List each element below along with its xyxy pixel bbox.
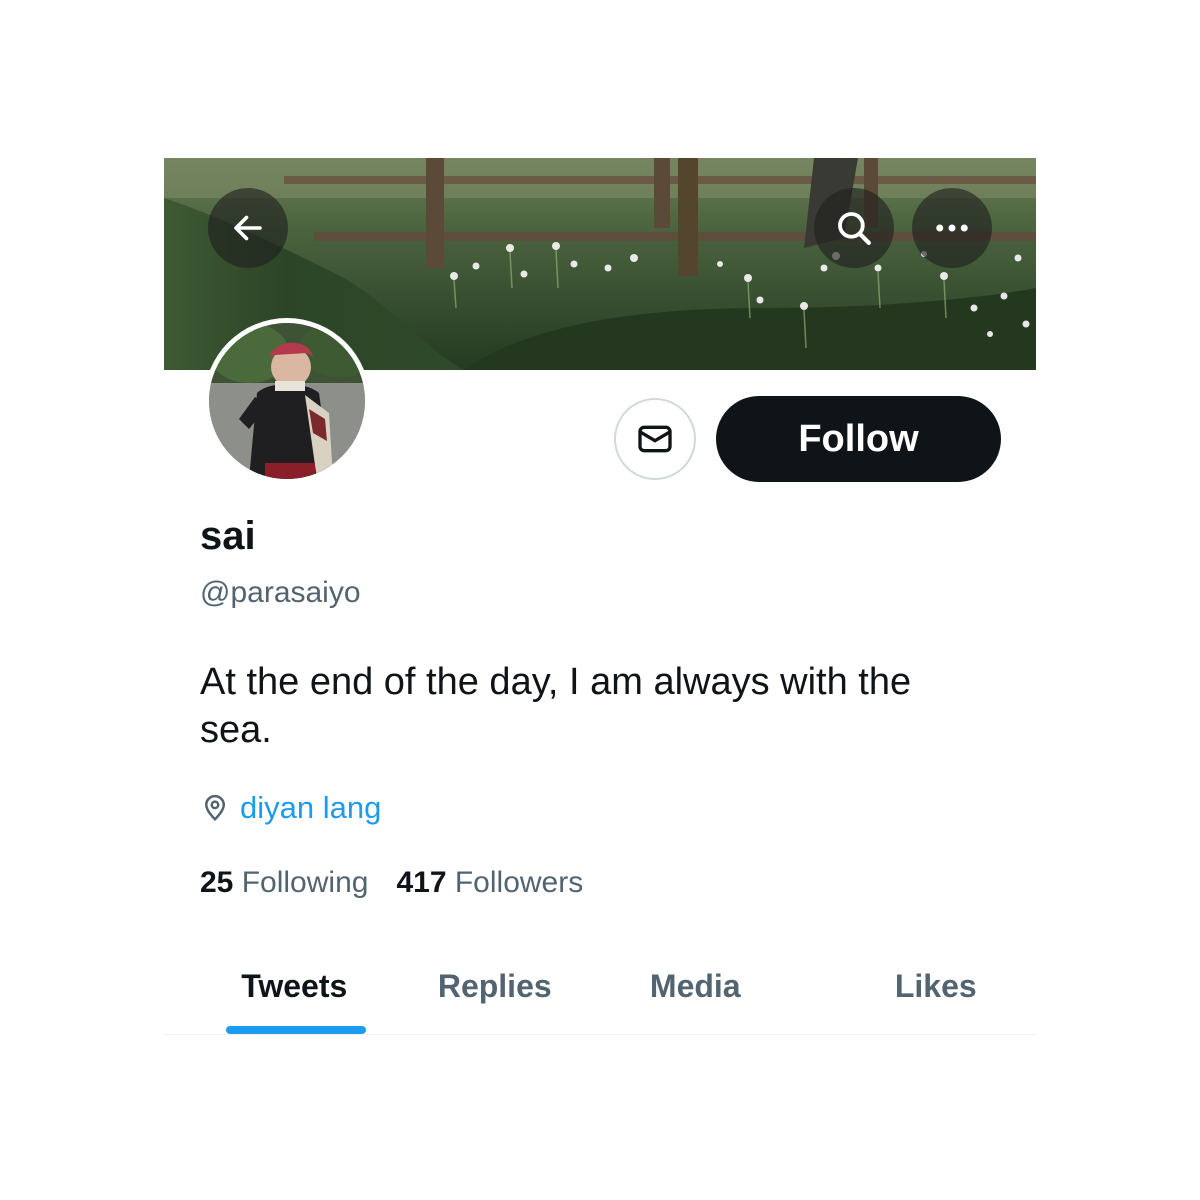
- followers-link[interactable]: 417 Followers: [396, 866, 583, 900]
- following-count: 25: [200, 866, 234, 899]
- tab-label: Media: [649, 967, 741, 1004]
- followers-count: 417: [396, 866, 447, 899]
- following-label: Following: [241, 866, 369, 899]
- profile-bio: At the end of the day, I am always with …: [200, 661, 912, 751]
- tab-tweets[interactable]: Tweets: [164, 938, 395, 1034]
- tab-label: Likes: [894, 967, 977, 1004]
- location-pin-icon: [204, 794, 226, 821]
- page: Follow sai @parasaiyo At the end of the …: [0, 0, 1200, 1200]
- envelope-icon: [638, 425, 672, 453]
- followers-label: Followers: [454, 866, 584, 899]
- tab-label: Tweets: [241, 967, 348, 1004]
- avatar[interactable]: [204, 318, 370, 484]
- avatar-image: [209, 323, 365, 479]
- search-button[interactable]: [814, 188, 894, 268]
- more-button[interactable]: [912, 188, 992, 268]
- profile-location: diyan lang: [200, 790, 381, 826]
- tab-likes[interactable]: Likes: [796, 938, 1037, 1034]
- arrow-left-icon: [234, 215, 262, 241]
- search-icon: [838, 212, 871, 245]
- display-name: sai: [200, 514, 256, 558]
- more-horizontal-icon: [936, 224, 968, 232]
- back-button[interactable]: [208, 188, 288, 268]
- user-handle: @parasaiyo: [200, 576, 361, 609]
- profile-card: Follow sai @parasaiyo At the end of the …: [164, 158, 1036, 1038]
- active-tab-indicator: [226, 1026, 366, 1034]
- message-button[interactable]: [614, 398, 696, 480]
- following-link[interactable]: 25 Following: [200, 866, 368, 900]
- follow-stats: 25 Following 417 Followers: [200, 866, 583, 900]
- profile-tabs: Tweets Replies Media Likes: [164, 938, 1036, 1035]
- tab-media[interactable]: Media: [595, 938, 796, 1034]
- tab-replies[interactable]: Replies: [395, 938, 596, 1034]
- location-text[interactable]: diyan lang: [240, 790, 381, 826]
- follow-button[interactable]: Follow: [716, 396, 1001, 482]
- tab-label: Replies: [437, 967, 552, 1004]
